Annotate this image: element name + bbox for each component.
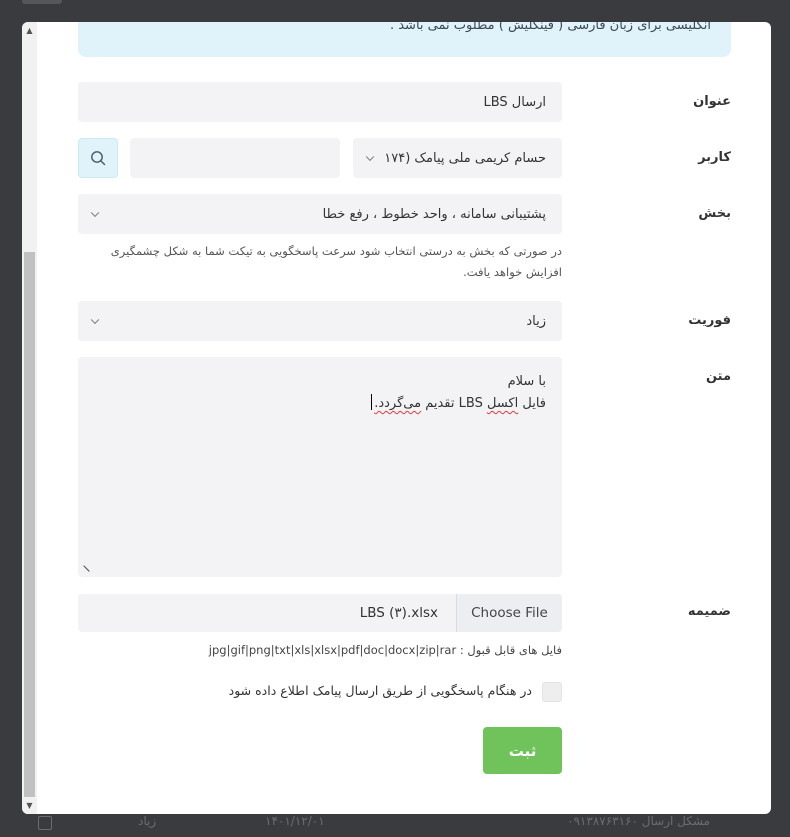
selected-file-name: LBS (۳).xlsx — [359, 605, 438, 621]
sms-notify-checkbox[interactable] — [542, 682, 562, 702]
section-select[interactable]: پشتیبانی سامانه ، واحد خطوط ، رفع خطا — [78, 194, 562, 234]
title-input-value: ارسال LBS — [483, 94, 546, 110]
scroll-thumb[interactable] — [24, 252, 35, 797]
chevron-down-icon — [90, 315, 100, 325]
body-line-2: فایل اکسل LBS تقدیم می‌گردد. — [94, 393, 546, 415]
submit-button[interactable]: ثبت — [483, 727, 562, 774]
scroll-up-arrow-icon[interactable]: ▲ — [22, 22, 37, 39]
attachment-label: ضمیمه — [687, 604, 731, 619]
body-label: متن — [705, 369, 731, 384]
scroll-down-arrow-icon[interactable]: ▼ — [22, 797, 37, 814]
chevron-down-icon — [365, 152, 375, 162]
user-search-input[interactable] — [130, 138, 340, 178]
section-hint: در صورتی که بخش به درستی انتخاب شود سرعت… — [110, 244, 562, 279]
background-row-subject: مشکل ارسال ۰۹۱۳۸۷۶۳۱۶۰ — [567, 814, 710, 828]
chevron-down-icon — [90, 208, 100, 218]
sms-notify-label[interactable]: در هنگام پاسخگویی از طریق ارسال پیامک اط… — [229, 683, 532, 698]
background-table-row: مشکل ارسال ۰۹۱۳۸۷۶۳۱۶۰ ۱۴۰۱/۱۲/۰۱ زیاد — [0, 812, 790, 837]
choose-file-button[interactable]: Choose File — [456, 594, 562, 632]
info-notice: انگلیسی برای زبان فارسی ( فینگلیش ) مطلو… — [78, 22, 731, 57]
text-caret — [371, 394, 373, 410]
background-row-priority: زیاد — [138, 814, 157, 828]
accepted-file-types: فایل های قابل قبول : jpg|gif|png|txt|xls… — [208, 643, 562, 657]
user-label: کاربر — [698, 150, 731, 165]
section-label: بخش — [698, 206, 731, 221]
priority-label: فوریت — [688, 313, 731, 328]
background-row-date: ۱۴۰۱/۱۲/۰۱ — [265, 814, 325, 828]
background-topbar — [22, 0, 62, 4]
priority-select-value: زیاد — [526, 313, 546, 329]
info-notice-text: انگلیسی برای زبان فارسی ( فینگلیش ) مطلو… — [389, 22, 711, 33]
title-input[interactable]: ارسال LBS — [78, 82, 562, 122]
search-icon — [91, 151, 106, 166]
resize-handle-icon[interactable] — [78, 565, 90, 577]
new-ticket-modal: ▲ ▼ انگلیسی برای زبان فارسی ( فینگلیش ) … — [22, 22, 771, 814]
background-row-checkbox — [38, 816, 52, 830]
modal-scrollbar[interactable]: ▲ ▼ — [22, 22, 37, 814]
user-search-button[interactable] — [78, 138, 118, 178]
user-select[interactable]: حسام کریمی ملی پیامک (۱۷۴ — [353, 138, 562, 178]
ticket-form: انگلیسی برای زبان فارسی ( فینگلیش ) مطلو… — [37, 22, 771, 814]
body-textarea[interactable]: با سلام فایل اکسل LBS تقدیم می‌گردد. — [78, 357, 562, 577]
title-label: عنوان — [693, 94, 731, 109]
section-select-value: پشتیبانی سامانه ، واحد خطوط ، رفع خطا — [322, 206, 546, 222]
priority-select[interactable]: زیاد — [78, 301, 562, 341]
file-input[interactable]: Choose File LBS (۳).xlsx — [78, 594, 562, 632]
user-select-value: حسام کریمی ملی پیامک (۱۷۴ — [384, 150, 546, 166]
body-line-1: با سلام — [507, 374, 546, 389]
